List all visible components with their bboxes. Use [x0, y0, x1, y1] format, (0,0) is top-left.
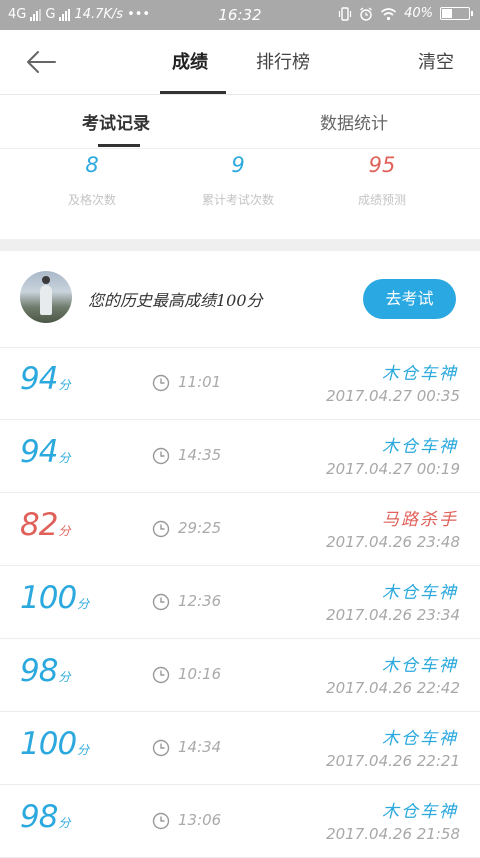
record-date: 2017.04.27 00:19	[326, 460, 460, 478]
record-date: 2017.04.27 00:35	[326, 387, 460, 405]
stat-label: 成绩预测	[357, 193, 406, 207]
alarm-icon	[360, 6, 372, 21]
stat-score-prediction: 95 成绩预测	[302, 153, 462, 208]
best-score-text: 您的历史最高成绩100分	[88, 291, 263, 310]
record-title: 马路杀手	[382, 510, 458, 530]
clock-icon	[152, 374, 170, 392]
tab-exam-records[interactable]: 考试记录	[82, 109, 150, 134]
tab-ranking[interactable]: 排行榜	[256, 48, 310, 74]
go-exam-button[interactable]: 去考试	[363, 279, 456, 319]
sub-tabs: 考试记录 数据统计	[0, 95, 480, 147]
stat-label: 累计考试次数	[201, 193, 274, 207]
clock-icon	[152, 593, 170, 611]
subtab-active-indicator	[98, 144, 140, 147]
top-nav: 成绩 排行榜 清空	[0, 30, 480, 95]
status-bar: 4G G 14.7K/s ••• 16:32 40%	[0, 0, 480, 30]
list-item[interactable]: 100分 14:34 木仓车神 2017.04.26 22:21	[0, 712, 480, 785]
record-title: 木仓车神	[382, 729, 458, 749]
record-title: 木仓车神	[382, 656, 458, 676]
record-duration: 29:25	[178, 519, 222, 537]
record-title: 木仓车神	[382, 437, 458, 457]
record-score: 82分	[20, 507, 70, 543]
record-score: 98分	[20, 799, 70, 835]
avatar	[20, 271, 72, 323]
record-date: 2017.04.26 23:34	[326, 606, 460, 624]
list-item[interactable]: 82分 29:25 马路杀手 2017.04.26 23:48	[0, 493, 480, 566]
tab-score[interactable]: 成绩	[172, 48, 208, 74]
record-date: 2017.04.26 21:58	[326, 825, 460, 843]
best-score-card: 您的历史最高成绩100分 去考试	[0, 251, 480, 348]
vibrate-icon	[338, 6, 352, 21]
record-duration: 12:36	[178, 592, 222, 610]
list-item[interactable]: 94分 11:01 木仓车神 2017.04.27 00:35	[0, 347, 480, 420]
stat-value: 95	[368, 153, 396, 177]
battery-percent: 40%	[404, 6, 433, 21]
list-item[interactable]: 100分 12:36 木仓车神 2017.04.26 23:34	[0, 566, 480, 639]
record-score: 94分	[20, 434, 70, 470]
record-duration: 14:35	[178, 446, 222, 464]
section-divider	[0, 239, 480, 251]
stat-label: 及格次数	[67, 193, 116, 207]
record-title: 木仓车神	[382, 802, 458, 822]
record-duration: 13:06	[178, 811, 222, 829]
clear-button[interactable]: 清空	[418, 48, 454, 74]
record-score: 94分	[20, 361, 70, 397]
clock-icon	[152, 739, 170, 757]
back-arrow-icon[interactable]	[24, 48, 58, 76]
tab-active-indicator	[160, 91, 226, 94]
record-score: 100分	[20, 580, 89, 616]
record-duration: 14:34	[178, 738, 222, 756]
wifi-icon	[381, 7, 397, 20]
record-date: 2017.04.26 22:21	[326, 752, 460, 770]
clock-icon	[152, 812, 170, 830]
record-title: 木仓车神	[382, 583, 458, 603]
stat-value: 8	[85, 153, 99, 177]
exam-record-list: 94分 11:01 木仓车神 2017.04.27 00:35 94分 14:3…	[0, 347, 480, 858]
list-item[interactable]: 98分 10:16 木仓车神 2017.04.26 22:42	[0, 639, 480, 712]
record-date: 2017.04.26 23:48	[326, 533, 460, 551]
stat-value: 9	[231, 153, 245, 177]
record-title: 木仓车神	[382, 364, 458, 384]
record-score: 100分	[20, 726, 89, 762]
stats-panel: 8 及格次数 9 累计考试次数 95 成绩预测	[0, 148, 480, 239]
clock-icon	[152, 520, 170, 538]
clock-icon	[152, 666, 170, 684]
tab-data-stats[interactable]: 数据统计	[320, 109, 388, 134]
record-duration: 10:16	[178, 665, 222, 683]
status-right: 40%	[338, 6, 473, 21]
record-score: 98分	[20, 653, 70, 689]
list-item[interactable]: 98分 13:06 木仓车神 2017.04.26 21:58	[0, 785, 480, 858]
clock-icon	[152, 447, 170, 465]
stat-pass-count: 8 及格次数	[12, 153, 172, 208]
battery-icon	[440, 7, 473, 20]
record-date: 2017.04.26 22:42	[326, 679, 460, 697]
stat-total-exams: 9 累计考试次数	[158, 153, 318, 208]
record-duration: 11:01	[178, 373, 222, 391]
list-item[interactable]: 94分 14:35 木仓车神 2017.04.27 00:19	[0, 420, 480, 493]
